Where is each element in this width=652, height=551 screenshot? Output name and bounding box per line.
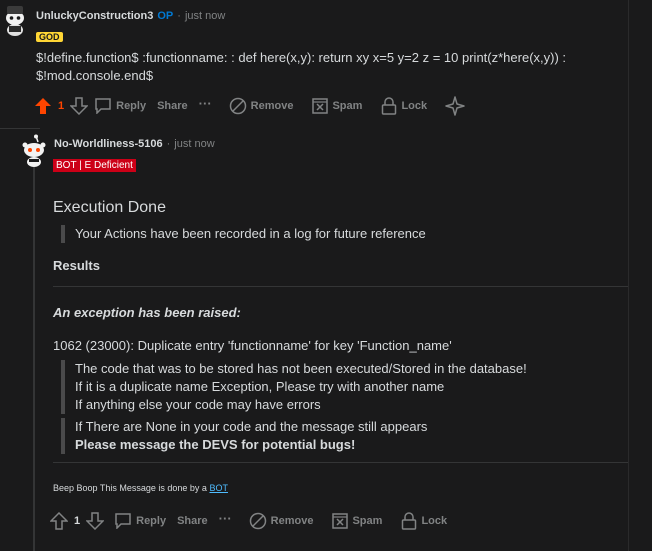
- comment-body-line: $!mod.console.end$: [36, 68, 154, 83]
- more-dots-icon: ···: [218, 510, 232, 526]
- vote-score: 1: [58, 100, 65, 112]
- horizontal-rule: [53, 462, 628, 463]
- footer-text: Beep Boop This Message is done by a: [53, 483, 207, 493]
- quote-line: If There are None in your code and the m…: [75, 419, 428, 434]
- quote-line: The code that was to be stored has not b…: [75, 361, 527, 376]
- remove-circle-icon: [249, 512, 266, 530]
- avatar[interactable]: [2, 4, 28, 36]
- reply-button[interactable]: Reply: [94, 98, 146, 114]
- more-dots-icon: ···: [198, 95, 212, 111]
- remove-button[interactable]: Remove: [229, 97, 294, 115]
- spam-box-icon: [332, 513, 349, 529]
- upvote-arrow-icon[interactable]: [34, 97, 52, 115]
- comment-action-bar: 1 Reply Share ··· Remove Spam Lock: [50, 511, 447, 531]
- reply-label: Reply: [136, 515, 167, 527]
- lock-button[interactable]: Lock: [401, 512, 447, 530]
- comment-bubble-icon: [115, 513, 131, 529]
- horizontal-rule: [53, 286, 628, 287]
- share-label: Share: [177, 515, 208, 527]
- user-flair: BOT | E Deficient: [53, 159, 136, 172]
- thread-collapse-line[interactable]: [33, 167, 35, 551]
- results-heading: Results: [53, 258, 100, 273]
- comment-timestamp[interactable]: just now: [185, 10, 225, 22]
- reply-button[interactable]: Reply: [114, 513, 166, 529]
- downvote-arrow-icon[interactable]: [70, 97, 89, 115]
- share-label: Share: [157, 100, 188, 112]
- more-options-button[interactable]: ···: [219, 511, 232, 526]
- more-options-button[interactable]: ···: [199, 96, 212, 111]
- quote-line: If it is a duplicate name Exception, Ple…: [75, 379, 445, 394]
- avatar[interactable]: [20, 134, 48, 168]
- remove-button[interactable]: Remove: [249, 512, 314, 530]
- distinguish-button[interactable]: [445, 96, 469, 116]
- spam-label: Spam: [332, 100, 363, 112]
- share-button[interactable]: Share: [157, 100, 188, 112]
- error-message: 1062 (23000): Duplicate entry 'functionn…: [53, 338, 452, 353]
- spam-label: Spam: [352, 515, 383, 527]
- content-edge: [628, 0, 629, 551]
- spam-button[interactable]: Spam: [312, 98, 362, 114]
- comment-action-bar: 1 Reply Share ··· Remove Spam Lock: [34, 96, 469, 116]
- bot-link[interactable]: BOT: [209, 483, 228, 493]
- lock-icon: [402, 512, 417, 530]
- remove-label: Remove: [270, 515, 314, 527]
- spam-button[interactable]: Spam: [332, 513, 382, 529]
- reply-label: Reply: [116, 100, 147, 112]
- user-flair: GOD: [36, 32, 63, 42]
- details-blockquote: The code that was to be stored has not b…: [61, 360, 635, 414]
- downvote-arrow-icon[interactable]: [86, 512, 105, 530]
- separator-dot: ·: [177, 10, 181, 22]
- lock-icon: [382, 97, 397, 115]
- comment-timestamp[interactable]: just now: [174, 138, 214, 150]
- comment-body-line: $!define.function$ :functionname: : def …: [36, 50, 567, 65]
- comment-author[interactable]: UnluckyConstruction3: [36, 10, 153, 22]
- exception-heading: An exception has been raised:: [53, 305, 241, 320]
- comment-bubble-icon: [95, 98, 111, 114]
- sparkle-icon: [445, 96, 465, 116]
- lock-label: Lock: [421, 515, 448, 527]
- upvote-arrow-icon[interactable]: [50, 512, 68, 530]
- quote-line: If anything else your code may have erro…: [75, 397, 321, 412]
- share-button[interactable]: Share: [177, 515, 208, 527]
- log-blockquote: Your Actions have been recorded in a log…: [61, 225, 635, 243]
- remove-label: Remove: [250, 100, 294, 112]
- op-badge: OP: [157, 10, 174, 22]
- dev-notice-blockquote: If There are None in your code and the m…: [61, 418, 635, 454]
- spam-box-icon: [312, 98, 329, 114]
- comment-author[interactable]: No-Worldliness-5106: [54, 138, 163, 150]
- remove-circle-icon: [229, 97, 246, 115]
- bot-footer: Beep Boop This Message is done by a BOT: [53, 483, 228, 493]
- snoo-avatar-icon: [6, 6, 24, 36]
- thread-divider: [0, 128, 40, 129]
- vote-score: 1: [74, 515, 81, 527]
- log-quote-text: Your Actions have been recorded in a log…: [75, 226, 426, 241]
- separator-dot: ·: [166, 138, 171, 150]
- lock-label: Lock: [401, 100, 428, 112]
- comment-body: $!define.function$ :functionname: : def …: [36, 49, 646, 85]
- quote-line-bold: Please message the DEVS for potential bu…: [75, 437, 356, 452]
- snoo-avatar-icon: [22, 134, 46, 167]
- lock-button[interactable]: Lock: [381, 97, 427, 115]
- execution-heading: Execution Done: [53, 199, 166, 216]
